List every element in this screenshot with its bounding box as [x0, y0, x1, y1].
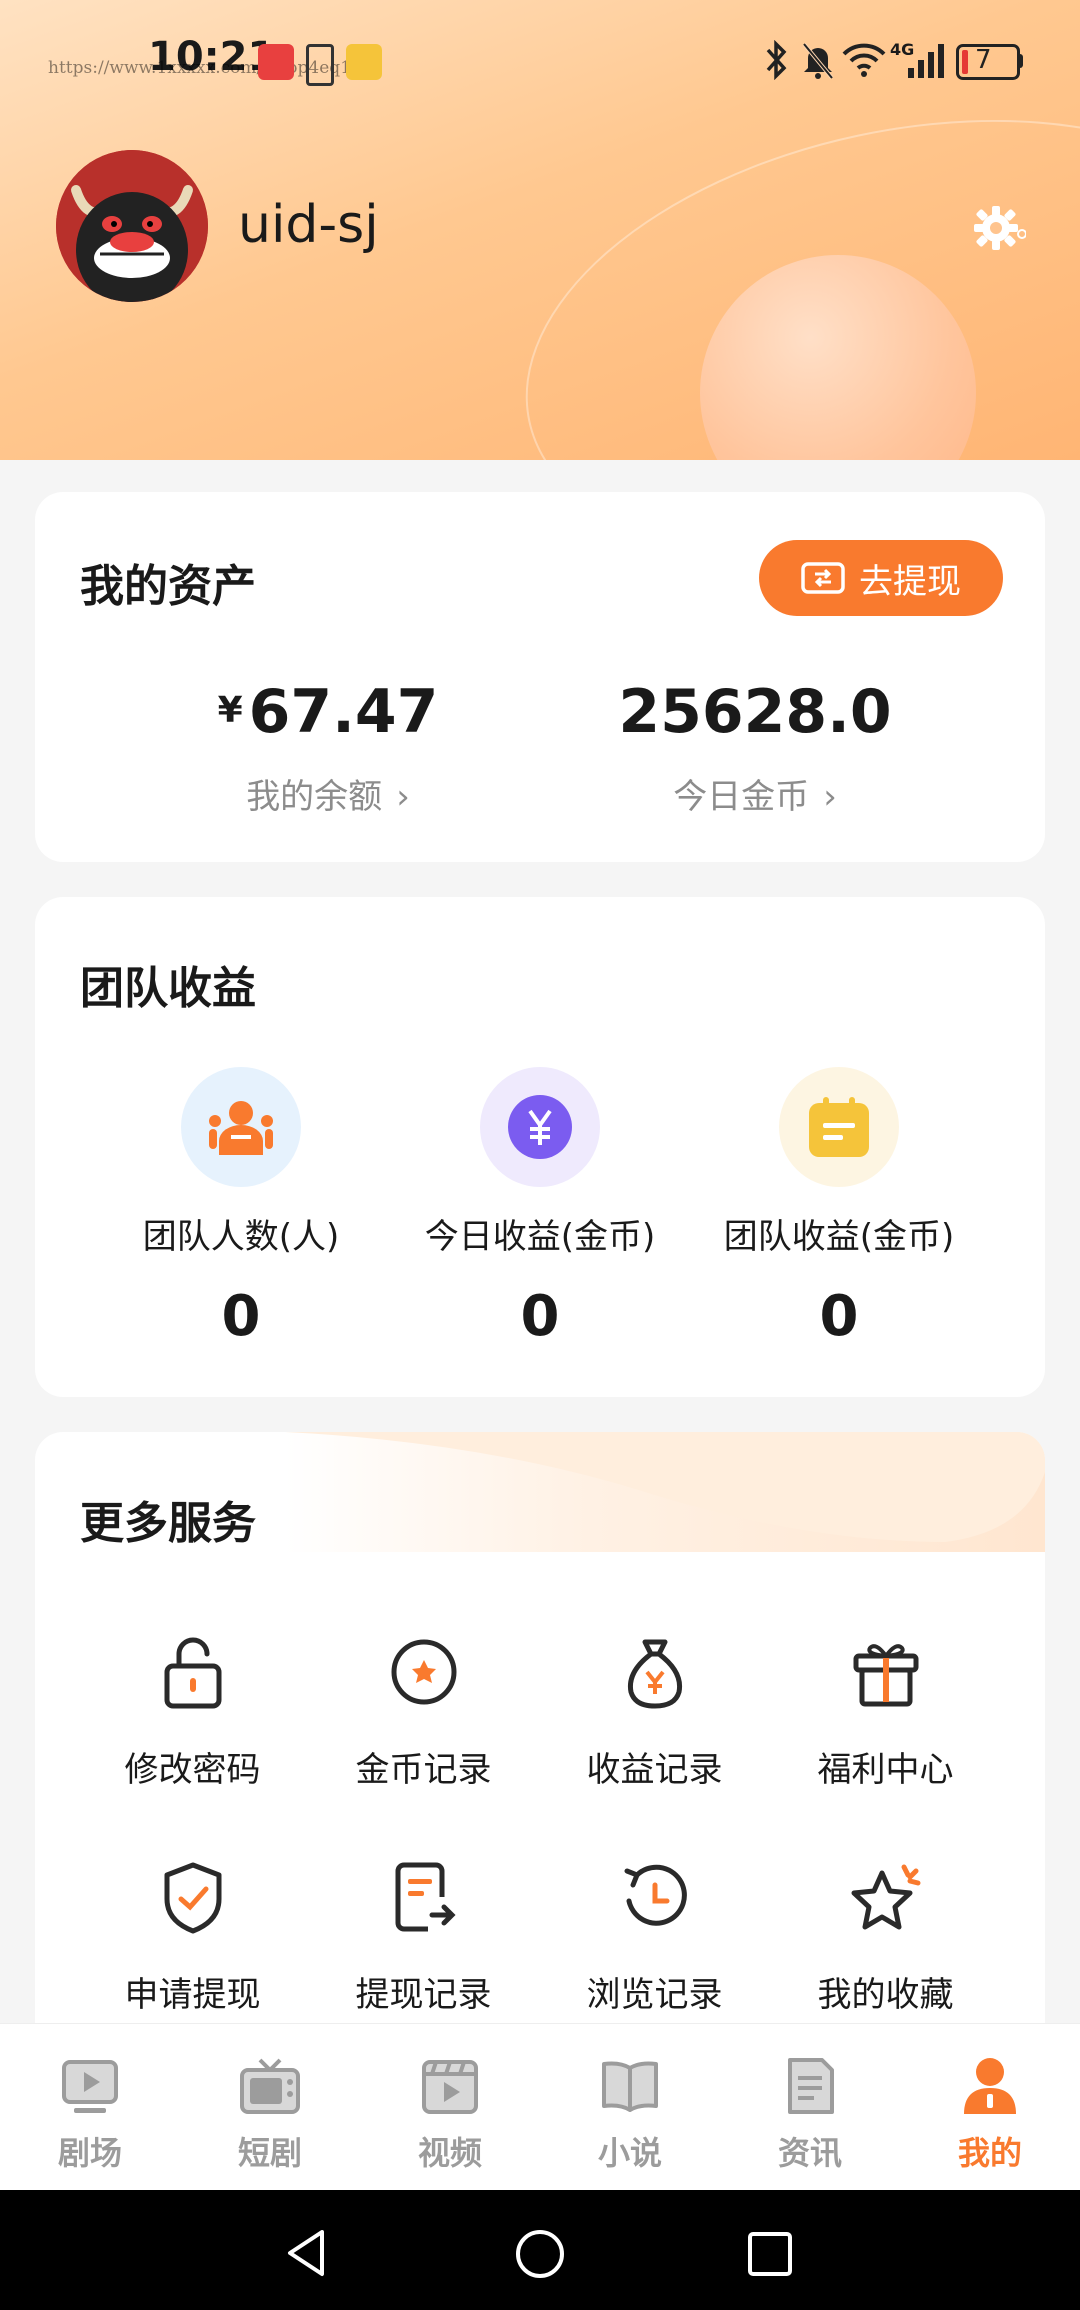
team-title: 团队收益	[80, 963, 256, 1014]
coins-label: 今日金币	[673, 777, 810, 817]
service-label: 金币记录	[355, 1750, 492, 1790]
profile-header: 10:21 https://www.1xxxxx.com/ishop4eq13 …	[0, 0, 1080, 460]
team-stat[interactable]: 今日收益(金币) 0	[390, 1067, 690, 1349]
username: uid-sj	[238, 195, 379, 255]
book-icon	[602, 2061, 658, 2112]
gift-icon	[853, 1644, 918, 1707]
service-label: 浏览记录	[586, 1975, 723, 2015]
nav-theater[interactable]: 剧场	[0, 2054, 180, 2174]
assets-card: 我的资产 去提现 ¥67.47 我的余额 › 25628.0 今日金币 ›	[35, 492, 1045, 862]
tv-icon	[240, 2058, 300, 2114]
clapper-icon	[422, 2060, 478, 2114]
service-change-password[interactable]: 修改密码	[77, 1632, 308, 1791]
coin-star-icon	[391, 1639, 456, 1705]
balance-label: 我的余额	[246, 777, 383, 817]
play-screen-icon	[62, 2060, 118, 2113]
back-icon[interactable]	[282, 2228, 332, 2278]
battery-low-fill	[962, 50, 968, 74]
nav-label: 短剧	[237, 2134, 302, 2172]
service-label: 修改密码	[124, 1750, 261, 1790]
balance-value: ¥67.47	[88, 677, 568, 747]
nav-label: 视频	[417, 2134, 482, 2172]
service-welfare-center[interactable]: 福利中心	[770, 1632, 1001, 1791]
nav-label: 剧场	[57, 2134, 122, 2172]
mute-bell-icon	[802, 42, 834, 80]
person-icon	[964, 2058, 1016, 2114]
battery-tip	[1018, 54, 1023, 68]
nav-short-drama[interactable]: 短剧	[180, 2054, 360, 2174]
news-doc-icon	[788, 2058, 834, 2114]
battery-indicator: 7	[956, 44, 1020, 80]
bottom-nav: 剧场 短剧 视频 小说 资讯 我的	[0, 2023, 1080, 2191]
chevron-right-icon: ›	[396, 777, 410, 817]
service-label: 提现记录	[355, 1975, 492, 2015]
battery-level: 7	[975, 45, 992, 75]
wifi-icon	[842, 43, 886, 77]
withdraw-button-label: 去提现	[859, 561, 961, 602]
nav-video[interactable]: 视频	[360, 2054, 540, 2174]
wallet-icon	[801, 562, 845, 594]
nav-novel[interactable]: 小说	[540, 2054, 720, 2174]
decorative-wave	[285, 1432, 1045, 1552]
team-people-icon	[181, 1067, 301, 1187]
service-browsing-history[interactable]: 浏览记录	[539, 1857, 770, 2016]
history-clock-icon	[624, 1864, 687, 1926]
recents-icon[interactable]	[746, 2230, 794, 2278]
services-title: 更多服务	[80, 1498, 256, 1549]
status-bar: 10:21 https://www.1xxxxx.com/ishop4eq13 …	[0, 0, 1080, 120]
nav-mine[interactable]: 我的	[900, 2054, 1080, 2174]
home-icon[interactable]	[514, 2228, 566, 2280]
team-earnings-card: 团队收益 团队人数(人) 0 今日收益(金币) 0 团队收益(金币) 0	[35, 897, 1045, 1397]
service-apply-withdraw[interactable]: 申请提现	[77, 1857, 308, 2016]
weibo-icon	[346, 44, 382, 80]
calendar-note-icon	[779, 1067, 899, 1187]
bull-avatar-icon	[56, 150, 208, 302]
coins-link[interactable]: 今日金币 ›	[515, 769, 995, 818]
team-stat-label: 团队人数(人)	[142, 1217, 340, 1257]
money-bag-icon	[627, 1639, 682, 1709]
yuan-coin-icon	[480, 1067, 600, 1187]
document-export-icon	[395, 1862, 456, 1932]
service-earnings-records[interactable]: 收益记录	[539, 1632, 770, 1791]
team-stat[interactable]: 团队人数(人) 0	[91, 1067, 391, 1349]
bluetooth-icon	[766, 40, 787, 80]
service-label: 收益记录	[586, 1750, 723, 1790]
balance-amount: 67.47	[248, 677, 439, 747]
service-label: 福利中心	[817, 1750, 954, 1790]
star-icon	[851, 1864, 920, 1930]
team-stat-label: 团队收益(金币)	[723, 1217, 955, 1257]
coins-value: 25628.0	[618, 677, 892, 747]
currency-symbol: ¥	[217, 690, 243, 731]
coins-block[interactable]: 25628.0 今日金币 ›	[515, 677, 995, 818]
service-coin-records[interactable]: 金币记录	[308, 1632, 539, 1791]
battery-saver-icon	[306, 44, 334, 86]
nav-label: 小说	[597, 2134, 662, 2172]
services-card: 更多服务 修改密码 金币记录 收益记录 福利中心 申请提现 提现记录 浏览记录 …	[35, 1432, 1045, 2072]
chevron-right-icon: ›	[823, 777, 837, 817]
service-label: 我的收藏	[817, 1975, 954, 2015]
team-stat-value: 0	[819, 1284, 859, 1349]
team-stat-label: 今日收益(金币)	[424, 1217, 656, 1257]
service-label: 申请提现	[124, 1975, 261, 2015]
shield-check-icon	[164, 1862, 221, 1934]
assets-title: 我的资产	[80, 561, 256, 612]
team-stat-value: 0	[520, 1284, 560, 1349]
service-favorites[interactable]: 我的收藏	[770, 1857, 1001, 2016]
withdraw-button[interactable]: 去提现	[759, 540, 1003, 616]
balance-link[interactable]: 我的余额 ›	[88, 769, 568, 818]
team-stat[interactable]: 团队收益(金币) 0	[689, 1067, 989, 1349]
cell-signal-icon	[908, 44, 944, 78]
service-withdraw-records[interactable]: 提现记录	[308, 1857, 539, 2016]
avatar[interactable]	[56, 150, 208, 302]
lock-icon	[164, 1637, 221, 1709]
settings-gear-icon[interactable]	[970, 200, 1026, 256]
balance-block[interactable]: ¥67.47 我的余额 ›	[88, 677, 568, 818]
team-stat-value: 0	[221, 1284, 261, 1349]
nav-label: 资讯	[777, 2134, 842, 2172]
notification-app-icon	[258, 44, 294, 80]
system-nav-bar	[0, 2190, 1080, 2310]
nav-news[interactable]: 资讯	[720, 2054, 900, 2174]
nav-label: 我的	[957, 2134, 1022, 2172]
